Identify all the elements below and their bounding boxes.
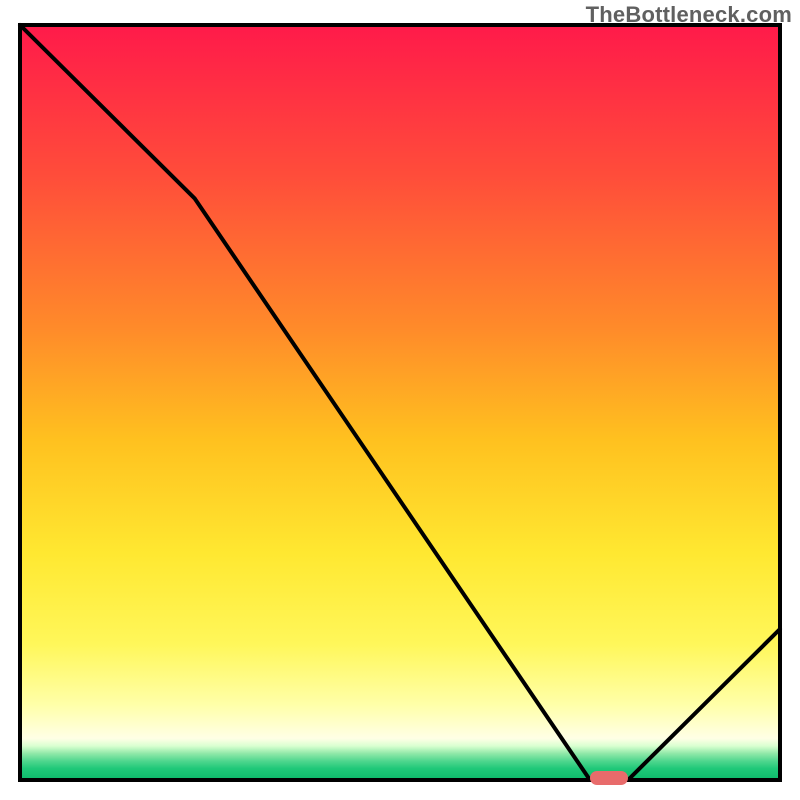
optimal-marker bbox=[590, 771, 628, 785]
chart-stage: TheBottleneck.com bbox=[0, 0, 800, 800]
bottleneck-chart-svg bbox=[0, 0, 800, 800]
plot-area bbox=[20, 25, 780, 785]
watermark-text: TheBottleneck.com bbox=[586, 2, 792, 28]
